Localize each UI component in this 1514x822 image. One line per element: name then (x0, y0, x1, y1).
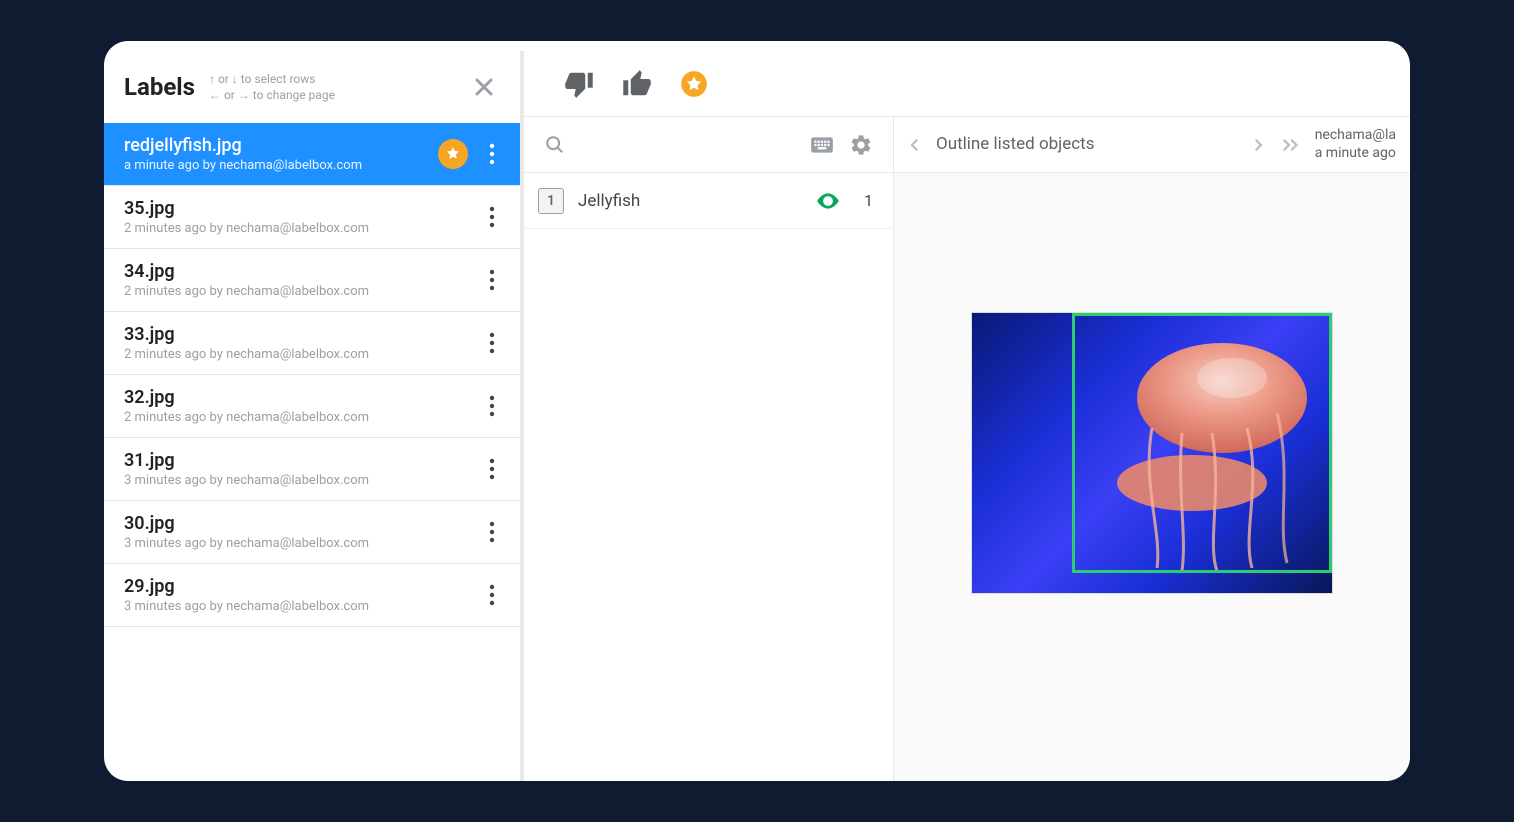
item-name: 35.jpg (124, 198, 478, 219)
item-name: 29.jpg (124, 576, 478, 597)
item-meta: 2 minutes ago by nechama@labelbox.com (124, 347, 478, 362)
preview-time: a minute ago (1315, 145, 1396, 163)
item-meta: 3 minutes ago by nechama@labelbox.com (124, 599, 478, 614)
star-icon[interactable] (680, 70, 708, 98)
item-meta: 3 minutes ago by nechama@labelbox.com (124, 473, 478, 488)
object-row[interactable]: 1 Jellyfish 1 (524, 173, 893, 229)
visibility-icon[interactable] (815, 188, 841, 214)
list-item[interactable]: 34.jpg 2 minutes ago by nechama@labelbox.… (104, 249, 520, 312)
preview-user: nechama@la (1315, 127, 1396, 145)
thumbs-down-icon[interactable] (564, 69, 594, 99)
star-badge-icon (438, 139, 468, 169)
bounding-box[interactable] (1072, 313, 1332, 573)
item-meta: a minute ago by nechama@labelbox.com (124, 158, 438, 173)
item-meta: 3 minutes ago by nechama@labelbox.com (124, 536, 478, 551)
main-panel: 1 Jellyfish 1 Outline listed objects (524, 51, 1410, 781)
search-icon[interactable] (544, 134, 566, 156)
hint-rows: ↑ or ↓ to select rows (209, 71, 335, 87)
review-toolbar (524, 51, 1410, 117)
objects-panel: 1 Jellyfish 1 (524, 117, 894, 781)
preview-canvas[interactable] (894, 173, 1410, 781)
item-meta: 2 minutes ago by nechama@labelbox.com (124, 221, 478, 236)
more-icon[interactable] (478, 584, 506, 606)
gear-icon[interactable] (849, 133, 873, 157)
keyboard-hints: ↑ or ↓ to select rows ← or → to change p… (209, 71, 335, 103)
more-icon[interactable] (478, 332, 506, 354)
list-item[interactable]: 33.jpg 2 minutes ago by nechama@labelbox.… (104, 312, 520, 375)
more-icon[interactable] (478, 269, 506, 291)
list-item[interactable]: 35.jpg 2 minutes ago by nechama@labelbox.… (104, 186, 520, 249)
thumbs-up-icon[interactable] (622, 69, 652, 99)
labels-list: redjellyfish.jpg a minute ago by nechama@… (104, 123, 520, 781)
item-name: redjellyfish.jpg (124, 135, 438, 156)
skip-icon[interactable] (1279, 136, 1305, 154)
list-item[interactable]: 32.jpg 2 minutes ago by nechama@labelbox.… (104, 375, 520, 438)
item-name: 33.jpg (124, 324, 478, 345)
object-name: Jellyfish (578, 191, 801, 211)
labels-sidebar: Labels ↑ or ↓ to select rows ← or → to c… (104, 51, 524, 781)
item-name: 31.jpg (124, 450, 478, 471)
more-icon[interactable] (478, 521, 506, 543)
item-name: 32.jpg (124, 387, 478, 408)
task-title: Outline listed objects (936, 134, 1237, 155)
list-item[interactable]: 29.jpg 3 minutes ago by nechama@labelbox.… (104, 564, 520, 627)
more-icon[interactable] (478, 458, 506, 480)
item-meta: 2 minutes ago by nechama@labelbox.com (124, 284, 478, 299)
more-icon[interactable] (478, 206, 506, 228)
next-icon[interactable] (1247, 136, 1269, 154)
main-body: 1 Jellyfish 1 Outline listed objects (524, 117, 1410, 781)
preview-header: Outline listed objects nechama@la a minu… (894, 117, 1410, 173)
preview-meta: nechama@la a minute ago (1315, 127, 1396, 162)
prev-icon[interactable] (904, 136, 926, 154)
objects-toolbar (524, 117, 893, 173)
close-icon[interactable] (466, 69, 502, 105)
hint-page: ← or → to change page (209, 87, 335, 103)
sidebar-title: Labels (124, 73, 195, 101)
preview-panel: Outline listed objects nechama@la a minu… (894, 117, 1410, 781)
list-item[interactable]: 30.jpg 3 minutes ago by nechama@labelbox.… (104, 501, 520, 564)
asset-image (972, 313, 1332, 593)
app-frame: Labels ↑ or ↓ to select rows ← or → to c… (104, 41, 1410, 781)
object-count: 1 (855, 191, 873, 210)
item-meta: 2 minutes ago by nechama@labelbox.com (124, 410, 478, 425)
list-item[interactable]: 31.jpg 3 minutes ago by nechama@labelbox.… (104, 438, 520, 501)
sidebar-header: Labels ↑ or ↓ to select rows ← or → to c… (104, 51, 520, 123)
item-name: 30.jpg (124, 513, 478, 534)
list-item[interactable]: redjellyfish.jpg a minute ago by nechama@… (104, 123, 520, 186)
more-icon[interactable] (478, 143, 506, 165)
object-hotkey: 1 (538, 188, 564, 214)
item-name: 34.jpg (124, 261, 478, 282)
more-icon[interactable] (478, 395, 506, 417)
keyboard-icon[interactable] (809, 132, 835, 158)
